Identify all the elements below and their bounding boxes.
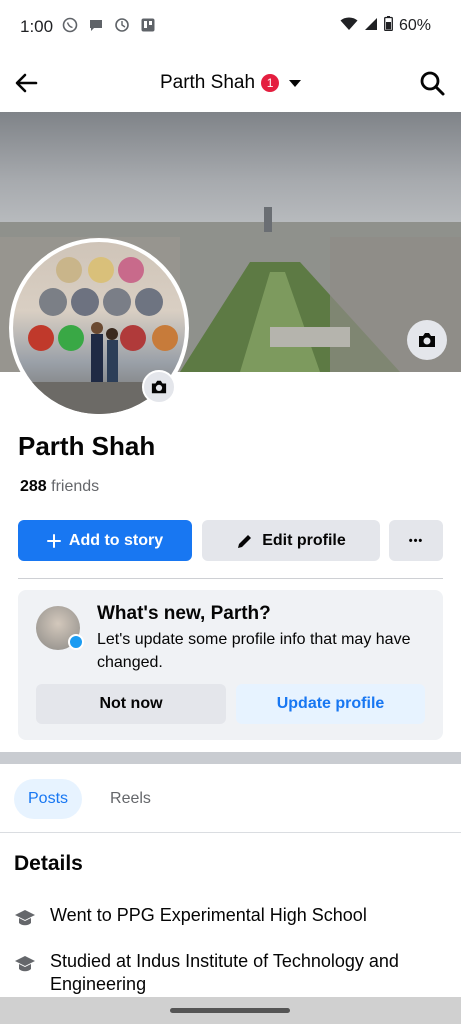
top-nav: Parth Shah 1 (0, 54, 461, 112)
battery-icon (384, 16, 393, 36)
search-button[interactable] (417, 68, 447, 98)
whats-new-text: Let's update some profile info that may … (97, 631, 411, 671)
add-to-story-label: Add to story (68, 531, 164, 549)
notification-icons (62, 17, 156, 33)
divider (0, 832, 461, 833)
wifi-icon (340, 17, 358, 36)
chat-icon (88, 17, 104, 33)
cover-camera-button[interactable] (407, 320, 447, 360)
camera-icon (151, 380, 167, 394)
more-options-button[interactable]: ••• (389, 520, 443, 561)
caret-down-icon (289, 79, 302, 87)
avatar-camera-button[interactable] (142, 370, 176, 404)
profile-switcher[interactable]: Parth Shah 1 (0, 72, 461, 94)
detail-text: Went to PPG Experimental High School (50, 905, 367, 925)
camera-icon (419, 333, 435, 347)
profile-actions: Add to story Edit profile ••• (18, 520, 443, 561)
divider (18, 578, 443, 579)
battery-level: 60% (398, 17, 431, 34)
tab-reels[interactable]: Reels (96, 779, 165, 819)
friends-label: friends (51, 478, 100, 495)
system-status: 60% (340, 16, 431, 36)
add-to-story-button[interactable]: Add to story (18, 520, 192, 561)
more-icon: ••• (408, 534, 424, 547)
plus-icon (46, 533, 61, 548)
friends-count[interactable]: 288 friends (20, 478, 99, 496)
notification-badge: 1 (261, 74, 280, 92)
graduation-cap-icon (15, 956, 35, 972)
section-separator (0, 752, 461, 764)
edit-profile-button[interactable]: Edit profile (202, 520, 380, 561)
profile-name: Parth Shah (18, 431, 156, 461)
signal-icon (364, 17, 378, 36)
tab-posts[interactable]: Posts (14, 779, 83, 819)
whats-new-card: What's new, Parth? Let's update some pro… (18, 590, 443, 740)
whats-new-title: What's new, Parth? (97, 603, 271, 624)
edit-profile-label: Edit profile (262, 531, 346, 549)
pencil-icon (238, 534, 252, 548)
page-title: Parth Shah (159, 72, 256, 93)
status-time: 1:00 (20, 17, 54, 36)
not-now-button[interactable]: Not now (36, 684, 226, 724)
detail-item-education: Studied at Indus Institute of Technology… (14, 950, 440, 996)
search-icon (420, 71, 445, 96)
graduation-cap-icon (15, 910, 35, 926)
update-profile-button[interactable]: Update profile (236, 684, 425, 724)
details-title: Details (14, 852, 83, 875)
edit-badge-icon (68, 634, 84, 650)
friends-number: 288 (20, 478, 47, 495)
timer-icon (114, 17, 130, 33)
profile-tabs: Posts Reels (14, 779, 165, 819)
detail-item-education: Went to PPG Experimental High School (14, 904, 440, 929)
detail-text: Studied at Indus Institute of Technology… (50, 951, 399, 994)
status-bar: 1:00 60% (0, 0, 461, 54)
whatsapp-icon (62, 17, 78, 33)
trello-icon (140, 17, 156, 33)
home-handle[interactable] (170, 1008, 290, 1013)
